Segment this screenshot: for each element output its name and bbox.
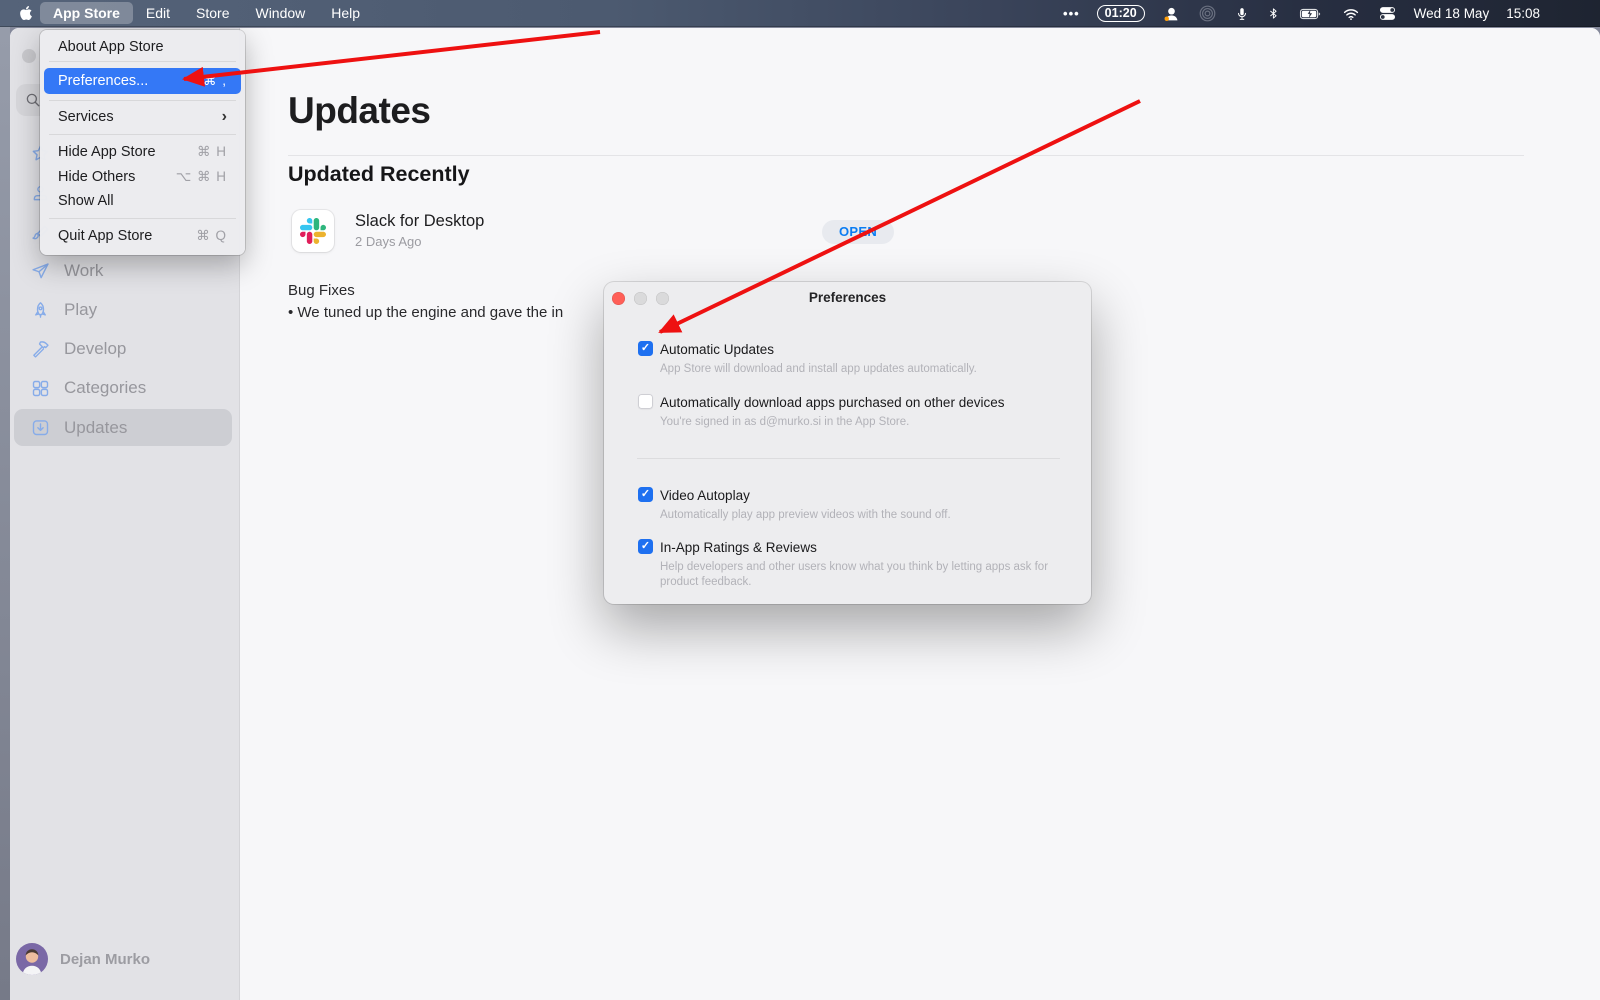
app-name: Slack for Desktop: [355, 212, 484, 231]
menubar-item-window[interactable]: Window: [242, 2, 318, 24]
auto-download-checkbox[interactable]: [638, 394, 653, 409]
menubar-item-edit[interactable]: Edit: [133, 2, 183, 24]
menu-item-show-all[interactable]: Show All: [44, 190, 241, 212]
menubar-item-store[interactable]: Store: [183, 2, 242, 24]
sidebar-item-label: Play: [64, 300, 97, 320]
menu-item-label: Services: [58, 109, 114, 125]
bluetooth-icon[interactable]: [1267, 4, 1280, 23]
menu-item-label: About App Store: [58, 39, 164, 55]
menu-item-hide-app-store[interactable]: Hide App Store ⌘ H: [44, 141, 241, 163]
focus-rings-icon[interactable]: [1198, 4, 1217, 23]
menubar-date[interactable]: Wed 18 May: [1414, 6, 1490, 21]
wifi-icon[interactable]: [1341, 5, 1361, 23]
window-close-button-inactive[interactable]: [22, 49, 36, 63]
option-description: Automatically play app preview videos wi…: [660, 508, 951, 523]
video-autoplay-checkbox[interactable]: [638, 487, 653, 502]
release-notes-line: • We tuned up the engine and gave the in: [288, 304, 563, 321]
app-updated-when: 2 Days Ago: [355, 234, 422, 249]
menu-bar-status: ••• 01:20 Wed 18 May: [1063, 0, 1600, 27]
account-row[interactable]: Dejan Murko: [16, 943, 150, 975]
menu-item-about-app-store[interactable]: About App Store: [44, 36, 241, 58]
battery-charging-icon[interactable]: [1297, 4, 1324, 24]
menubar-item-app-store[interactable]: App Store: [40, 2, 133, 24]
menu-item-quit-app-store[interactable]: Quit App Store ⌘ Q: [44, 225, 241, 247]
dialog-title: Preferences: [604, 290, 1091, 305]
menu-item-shortcut: ⌘ H: [197, 144, 227, 160]
sidebar-item-label: Develop: [64, 339, 126, 359]
paper-plane-icon: [30, 261, 51, 282]
menubar-clock[interactable]: 15:08: [1506, 6, 1540, 21]
menu-item-shortcut: ⌥ ⌘ H: [176, 169, 227, 185]
menu-item-label: Quit App Store: [58, 228, 152, 244]
menu-item-label: Preferences...: [58, 73, 148, 89]
sidebar-item-label: Categories: [64, 378, 146, 398]
app-store-menu: About App Store Preferences... ⌘ , Servi…: [40, 30, 245, 255]
menu-bar: App Store Edit Store Window Help ••• 01:…: [0, 0, 1600, 27]
face-app-icon[interactable]: [1162, 4, 1181, 24]
sidebar-item-label: Updates: [64, 418, 127, 438]
menu-separator: [49, 134, 236, 135]
menu-item-shortcut: ⌘ Q: [196, 228, 227, 244]
chevron-right-icon: ›: [222, 109, 227, 125]
sidebar-item-play[interactable]: Play: [14, 291, 232, 329]
page-title: Updates: [288, 90, 430, 132]
section-title: Updated Recently: [288, 162, 470, 187]
more-icon[interactable]: •••: [1063, 6, 1080, 21]
in-app-ratings-checkbox[interactable]: [638, 539, 653, 554]
option-label: Automatically download apps purchased on…: [660, 395, 1004, 410]
menu-separator: [49, 61, 236, 62]
account-name: Dejan Murko: [60, 951, 150, 968]
sidebar-item-label: Work: [64, 261, 103, 281]
sidebar-item-categories[interactable]: Categories: [14, 369, 232, 407]
download-icon: [30, 417, 51, 438]
apple-icon[interactable]: [19, 5, 33, 21]
dialog-titlebar: Preferences: [604, 282, 1091, 312]
screen: Work Play Develop Categories Updates: [0, 0, 1600, 1000]
menu-item-label: Hide App Store: [58, 144, 156, 160]
menu-item-label: Hide Others: [58, 169, 135, 185]
menu-separator: [49, 100, 236, 101]
control-center-icon[interactable]: [1378, 4, 1397, 23]
timer-badge[interactable]: 01:20: [1097, 5, 1145, 22]
slack-app-icon[interactable]: [292, 210, 334, 252]
menu-item-shortcut: ⌘ ,: [203, 73, 227, 89]
menu-item-label: Show All: [58, 193, 114, 209]
option-description: You're signed in as d@murko.si in the Ap…: [660, 415, 909, 430]
microphone-icon[interactable]: [1234, 4, 1250, 24]
menu-bar-left: App Store Edit Store Window Help: [0, 2, 373, 24]
menu-separator: [49, 218, 236, 219]
sidebar-item-work[interactable]: Work: [14, 252, 232, 290]
menu-item-preferences[interactable]: Preferences... ⌘ ,: [44, 68, 241, 94]
release-notes-heading: Bug Fixes: [288, 282, 355, 299]
desktop-edge: [0, 27, 10, 1000]
sidebar-item-updates[interactable]: Updates: [14, 409, 232, 446]
preferences-dialog: Preferences Automatic Updates App Store …: [604, 282, 1091, 604]
menu-item-hide-others[interactable]: Hide Others ⌥ ⌘ H: [44, 166, 241, 188]
grid-icon: [30, 378, 51, 399]
option-description: App Store will download and install app …: [660, 362, 977, 377]
menubar-item-help[interactable]: Help: [318, 2, 373, 24]
option-label: Automatic Updates: [660, 342, 774, 357]
automatic-updates-checkbox[interactable]: [638, 341, 653, 356]
sidebar-item-develop[interactable]: Develop: [14, 330, 232, 368]
rocket-icon: [30, 300, 51, 321]
dialog-separator: [637, 458, 1060, 459]
hammer-icon: [30, 339, 51, 360]
slack-logo-icon: [300, 218, 326, 244]
menu-item-services[interactable]: Services ›: [44, 106, 241, 128]
avatar: [16, 943, 48, 975]
option-label: In-App Ratings & Reviews: [660, 540, 817, 555]
open-button[interactable]: OPEN: [822, 220, 894, 244]
option-description: Help developers and other users know wha…: [660, 560, 1080, 590]
option-label: Video Autoplay: [660, 488, 750, 503]
divider: [288, 155, 1524, 156]
